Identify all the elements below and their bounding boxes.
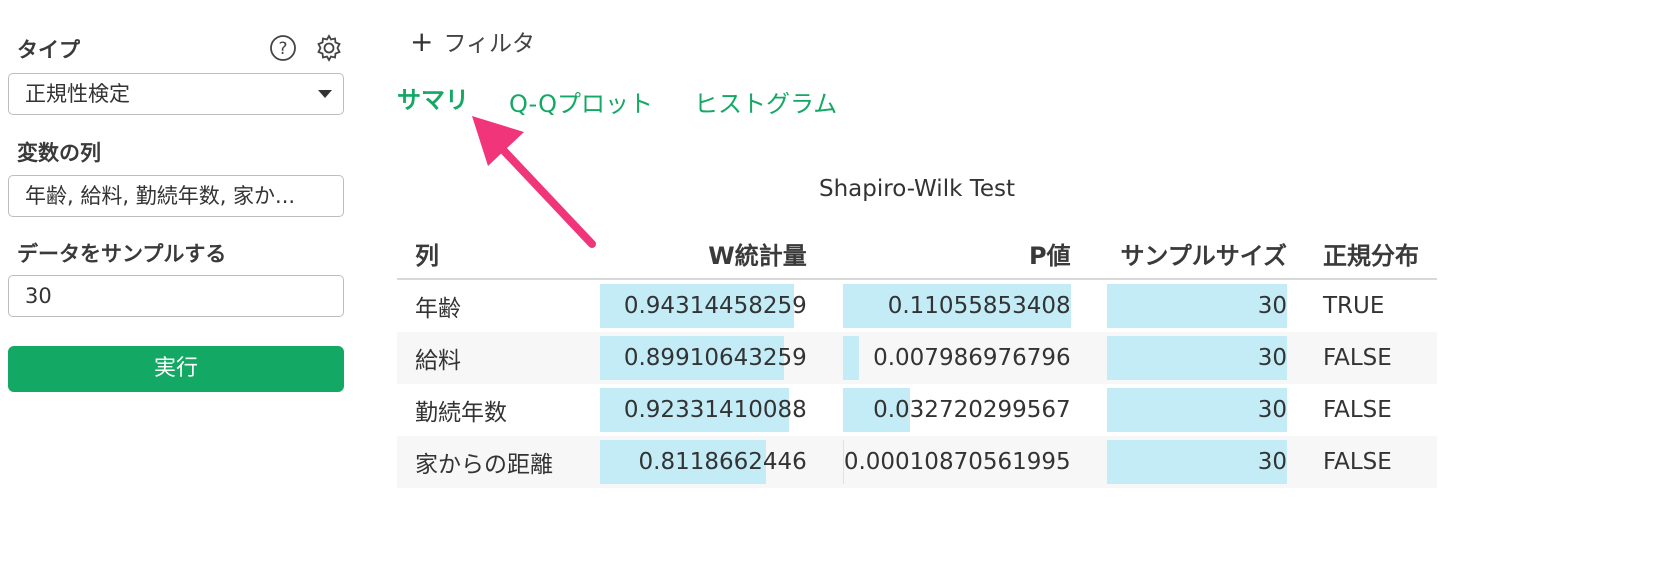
type-label: タイプ <box>17 38 80 62</box>
cell-column: 家からの距離 <box>397 436 582 488</box>
run-button[interactable]: 実行 <box>8 346 344 392</box>
table-header-row: 列 W統計量 P値 サンプルサイズ 正規分布 <box>397 228 1437 280</box>
sample-input-value: 30 <box>25 284 52 308</box>
gear-icon[interactable] <box>314 33 344 63</box>
p-value: 0.007986976796 <box>873 345 1071 371</box>
columns-label: 変数の列 <box>17 141 101 165</box>
cell-sample-size: 30 <box>1089 279 1305 332</box>
table-caption: Shapiro-Wilk Test <box>818 176 1016 202</box>
columns-select[interactable]: 年齢, 給料, 勤続年数, 家か... <box>8 175 344 217</box>
cell-p-value: 0.00010870561995 <box>824 436 1089 488</box>
cell-column: 年齢 <box>415 296 461 322</box>
help-icon[interactable]: ? <box>268 33 298 63</box>
w-value: 0.92331410088 <box>623 397 807 423</box>
table-row: 給料 0.89910643259 0.007986976796 30 FALSE <box>397 332 1437 384</box>
cell-w-statistic: 0.89910643259 <box>581 332 825 384</box>
table-row: 家からの距離 0.8118662446 0.00010870561995 30 … <box>397 436 1437 488</box>
table-row: 年齢 0.94314458259 0.11055853408 30 TRUE <box>397 279 1437 332</box>
p-bar <box>842 336 859 380</box>
cell-normal: FALSE <box>1305 332 1437 384</box>
sample-size-value: 30 <box>1257 345 1287 371</box>
cell-sample-size: 30 <box>1089 384 1305 436</box>
w-value: 0.8118662446 <box>638 449 807 475</box>
w-value: 0.89910643259 <box>623 345 807 371</box>
dropdown-caret-icon <box>318 90 332 98</box>
results-table: 列 W統計量 P値 サンプルサイズ 正規分布 年齢 0.94314458259 … <box>397 228 1437 488</box>
cell-sample-size: 30 <box>1088 436 1305 488</box>
add-filter-button[interactable]: + フィルタ <box>410 24 535 58</box>
cell-w-statistic: 0.8118662446 <box>581 436 825 488</box>
sample-size-value: 30 <box>1257 397 1287 423</box>
cell-p-value: 0.032720299567 <box>825 384 1089 436</box>
header-sample-size[interactable]: サンプルサイズ <box>1088 228 1305 280</box>
svg-text:?: ? <box>278 39 287 59</box>
filter-label: フィルタ <box>443 31 536 57</box>
type-select[interactable]: 正規性検定 <box>8 73 344 115</box>
cell-column: 給料 <box>397 332 582 384</box>
sample-input[interactable]: 30 <box>8 275 344 317</box>
columns-select-value: 年齢, 給料, 勤続年数, 家か... <box>25 184 296 208</box>
table-row: 勤続年数 0.92331410088 0.032720299567 30 FAL… <box>397 384 1437 436</box>
cell-normal: FALSE <box>1323 397 1392 423</box>
cell-normal: TRUE <box>1323 293 1385 319</box>
p-value: 0.00010870561995 <box>843 449 1071 475</box>
p-value: 0.032720299567 <box>873 397 1071 423</box>
cell-p-value: 0.11055853408 <box>825 279 1089 332</box>
w-value: 0.94314458259 <box>623 293 807 319</box>
tab-histogram[interactable]: ヒストグラム <box>694 84 837 119</box>
cell-w-statistic: 0.92331410088 <box>582 384 825 436</box>
sample-size-value: 30 <box>1257 449 1287 475</box>
cell-sample-size: 30 <box>1088 332 1305 384</box>
header-w-statistic[interactable]: W統計量 <box>581 228 825 280</box>
sample-label: データをサンプルする <box>17 242 227 266</box>
plus-icon: + <box>410 25 434 58</box>
type-select-value: 正規性検定 <box>25 82 130 106</box>
header-normal[interactable]: 正規分布 <box>1305 228 1437 280</box>
sample-size-value: 30 <box>1257 293 1287 319</box>
tab-summary[interactable]: サマリ <box>397 80 469 115</box>
cell-p-value: 0.007986976796 <box>824 332 1089 384</box>
header-p-value[interactable]: P値 <box>824 228 1089 280</box>
p-value: 0.11055853408 <box>887 293 1071 319</box>
header-column[interactable]: 列 <box>397 228 582 280</box>
cell-normal: FALSE <box>1305 436 1437 488</box>
cell-column: 勤続年数 <box>415 400 507 426</box>
cell-w-statistic: 0.94314458259 <box>582 279 825 332</box>
